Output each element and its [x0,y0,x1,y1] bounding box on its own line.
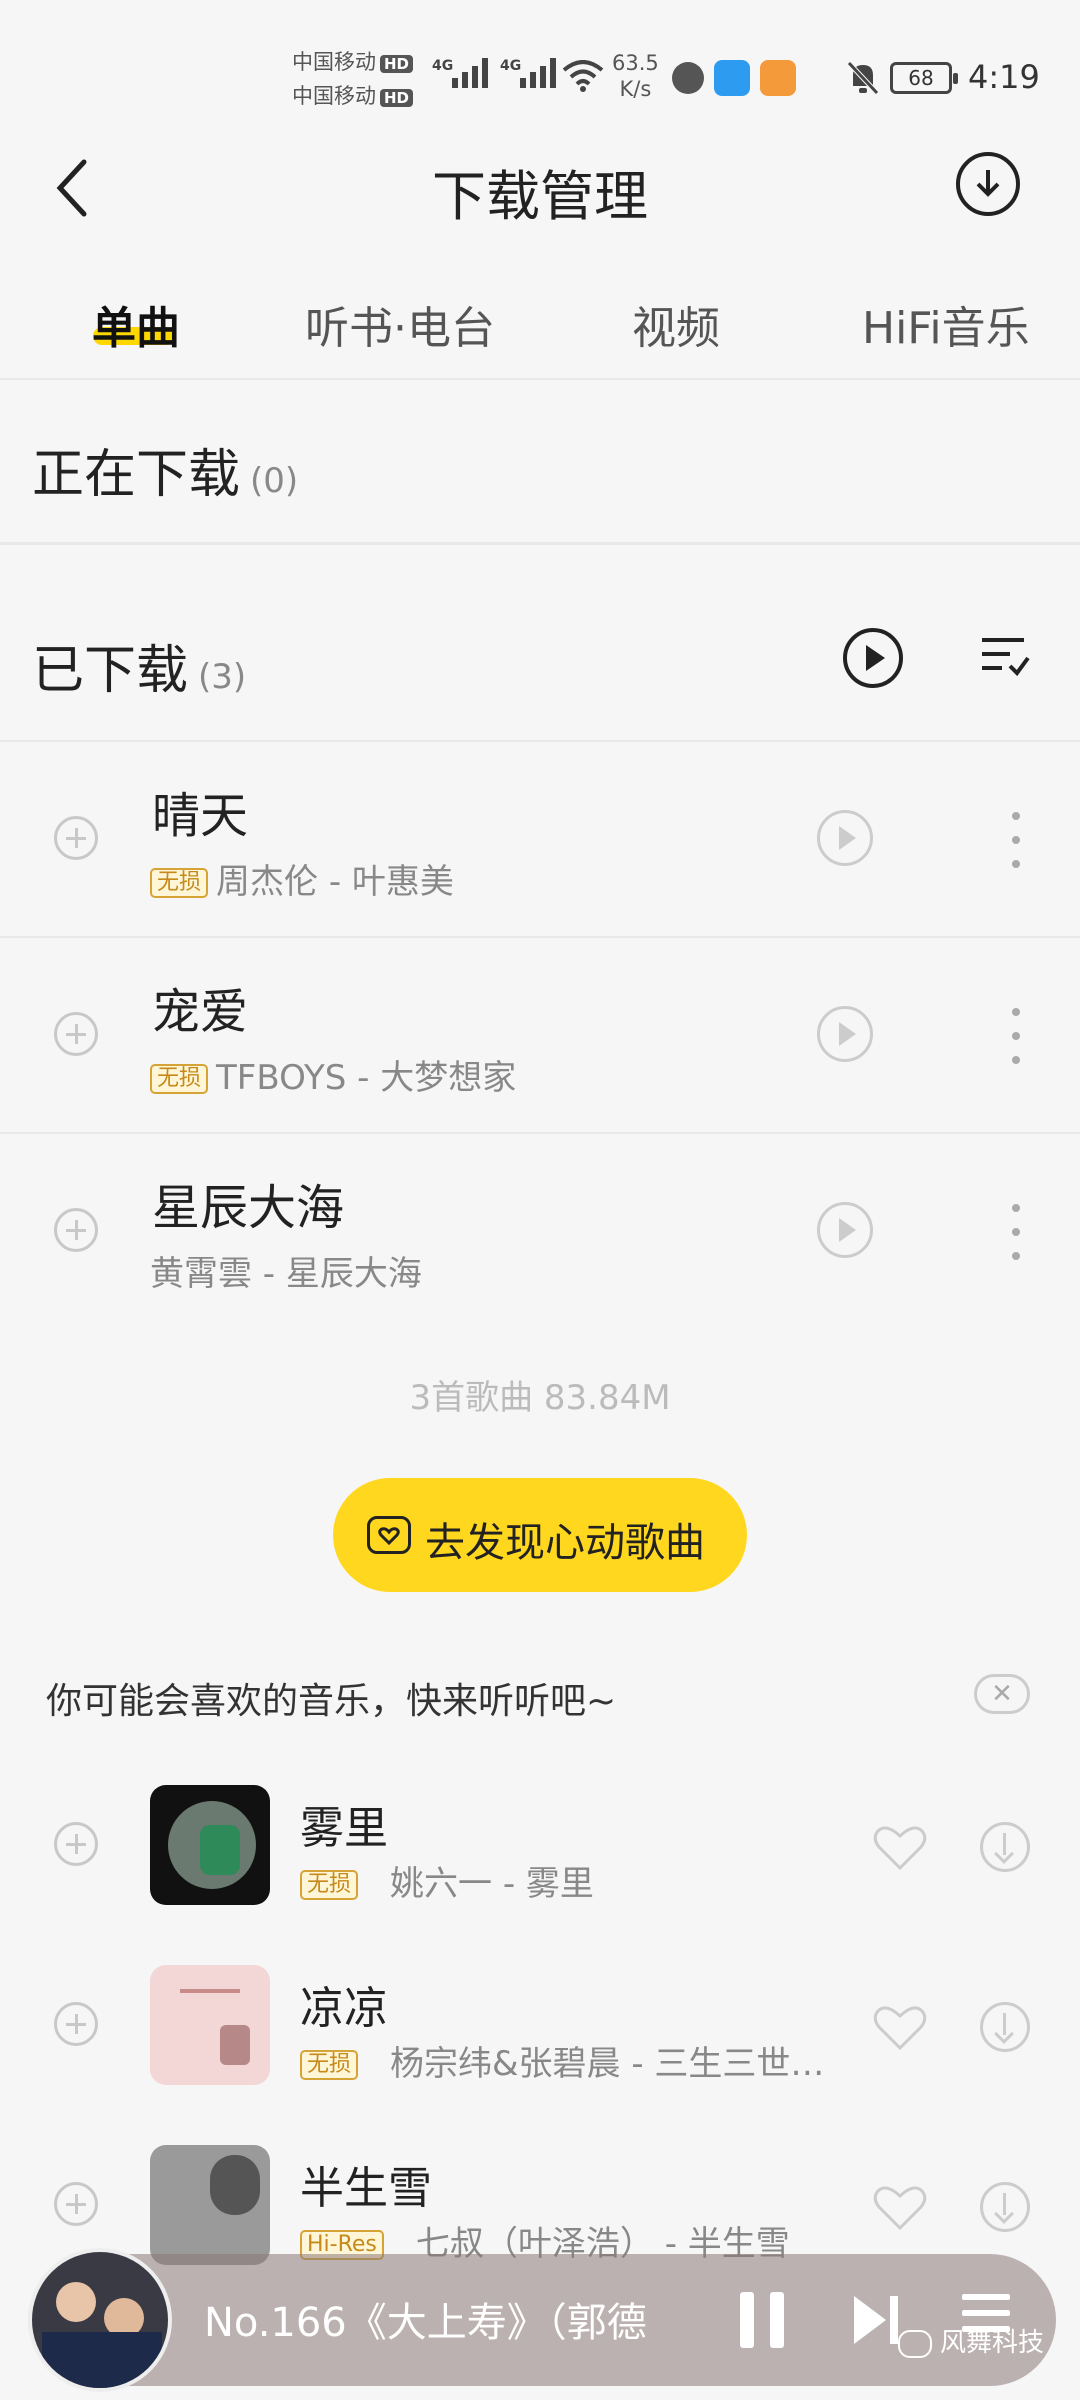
more-options-icon[interactable] [1012,1008,1020,1064]
song-artist-album: 杨宗纬&张碧晨 - 三生三世… [390,2044,825,2084]
play-icon[interactable] [817,810,873,866]
wifi-icon [562,60,604,92]
recommend-song-row[interactable]: 雾里 无损 姚六一 - 雾里 [0,1780,1080,1910]
close-icon: ✕ [991,1679,1013,1709]
recommend-song-row[interactable]: 半生雪 Hi-Res 七叔（叶泽浩） - 半生雪 [0,2140,1080,2265]
song-title: 宠爱 [152,984,249,1040]
now-playing-title: No.166《大上寿》（郭德 [204,2300,647,2346]
download-icon[interactable] [980,2002,1030,2052]
recommend-header: 你可能会喜欢的音乐，快来听听吧~ [46,1681,617,1722]
downloaded-section: 已下载 (3) [32,628,246,703]
song-artist-album: TFBOYS - 大梦想家 [216,1058,517,1098]
album-cover [150,2145,270,2265]
weather-app-icon [714,60,750,96]
wechat-icon [898,2329,932,2358]
hd-badge: HD [380,55,414,73]
net-type-2: 4G [500,58,522,74]
discover-songs-button[interactable]: 去发现心动歌曲 [333,1478,747,1592]
more-options-icon[interactable] [1012,1204,1020,1260]
downloaded-song-row[interactable]: 星辰大海 黄霄雲 - 星辰大海 [0,1134,1080,1328]
song-title: 凉凉 [300,1983,388,2034]
carrier-2: 中国移动 [292,84,376,108]
like-heart-icon[interactable] [872,2002,928,2052]
download-summary: 3首歌曲 83.84M [409,1378,671,1418]
downloading-section: 正在下载 (0) [32,432,298,507]
downloaded-song-row[interactable]: 宠爱 无损 TFBOYS - 大梦想家 [0,938,1080,1132]
watermark: 风舞科技 [898,2322,1044,2359]
song-artist-album: 姚六一 - 雾里 [390,1864,594,1904]
tab-hifi[interactable]: HiFi音乐 [862,292,1030,356]
downloaded-label: 已下载 [32,641,189,701]
song-title: 晴天 [152,788,249,844]
like-heart-icon[interactable] [872,1822,928,1872]
tab-video[interactable]: 视频 [632,292,720,356]
video-app-icon [760,60,796,96]
hd-badge: HD [380,89,414,107]
song-artist-album: 周杰伦 - 叶惠美 [216,862,454,902]
radio-heart-icon [367,1516,411,1554]
mute-bell-icon [847,61,879,95]
add-to-playlist-icon[interactable] [54,1822,98,1866]
downloading-count: (0) [250,461,299,501]
pause-button[interactable] [740,2292,788,2348]
album-cover [150,1965,270,2085]
add-to-playlist-icon[interactable] [54,2002,98,2046]
more-options-icon[interactable] [1012,812,1020,868]
downloaded-song-row[interactable]: 晴天 无损 周杰伦 - 叶惠美 [0,742,1080,936]
batch-select-icon[interactable] [980,632,1030,682]
add-to-playlist-icon[interactable] [54,816,98,860]
mini-player[interactable]: No.166《大上寿》（郭德 [28,2248,1056,2392]
close-recommend-button[interactable]: ✕ [974,1674,1030,1714]
play-icon[interactable] [817,1202,873,1258]
recommend-song-row[interactable]: 凉凉 无损 杨宗纬&张碧晨 - 三生三世… [0,1960,1080,2090]
divider [0,542,1080,545]
download-status-button[interactable] [956,152,1020,216]
clock: 4:19 [968,58,1040,96]
net-speed: 63.5 K/s [612,51,659,101]
add-to-playlist-icon[interactable] [54,1012,98,1056]
net-type-1: 4G [432,58,454,74]
lossless-badge: 无损 [150,868,209,898]
download-icon [976,170,1000,197]
signal-icon [520,58,556,88]
carrier-1: 中国移动 [292,50,376,74]
app-notification-icon [672,62,704,94]
like-heart-icon[interactable] [872,2182,928,2232]
downloaded-count: (3) [198,657,247,697]
song-title: 星辰大海 [152,1180,345,1236]
tab-single[interactable]: 单曲 [92,292,180,356]
signal-icon [452,58,488,88]
lossless-badge: 无损 [150,1064,209,1094]
divider [0,378,1080,380]
page-title: 下载管理 [432,165,648,228]
downloading-label: 正在下载 [32,445,241,505]
song-artist-album: 黄霄雲 - 星辰大海 [150,1254,422,1294]
next-track-icon[interactable] [850,2292,902,2348]
play-icon[interactable] [817,1006,873,1062]
song-title: 半生雪 [300,2163,432,2214]
download-icon[interactable] [980,2182,1030,2232]
status-bar: 中国移动 HD 中国移动 HD 4G 4G 63.5 K/s 68 4:19 [0,0,1080,120]
play-all-button[interactable] [842,627,904,689]
song-title: 雾里 [300,1803,388,1854]
download-icon[interactable] [980,1822,1030,1872]
add-to-playlist-icon[interactable] [54,2182,98,2226]
lossless-badge: 无损 [300,2050,359,2080]
tab-audiobook-radio[interactable]: 听书·电台 [305,292,495,356]
album-cover [150,1785,270,1905]
add-to-playlist-icon[interactable] [54,1208,98,1252]
battery-icon: 68 [890,62,958,94]
now-playing-cover[interactable] [28,2248,172,2392]
lossless-badge: 无损 [300,1870,359,1900]
discover-button-label: 去发现心动歌曲 [425,1520,705,1566]
